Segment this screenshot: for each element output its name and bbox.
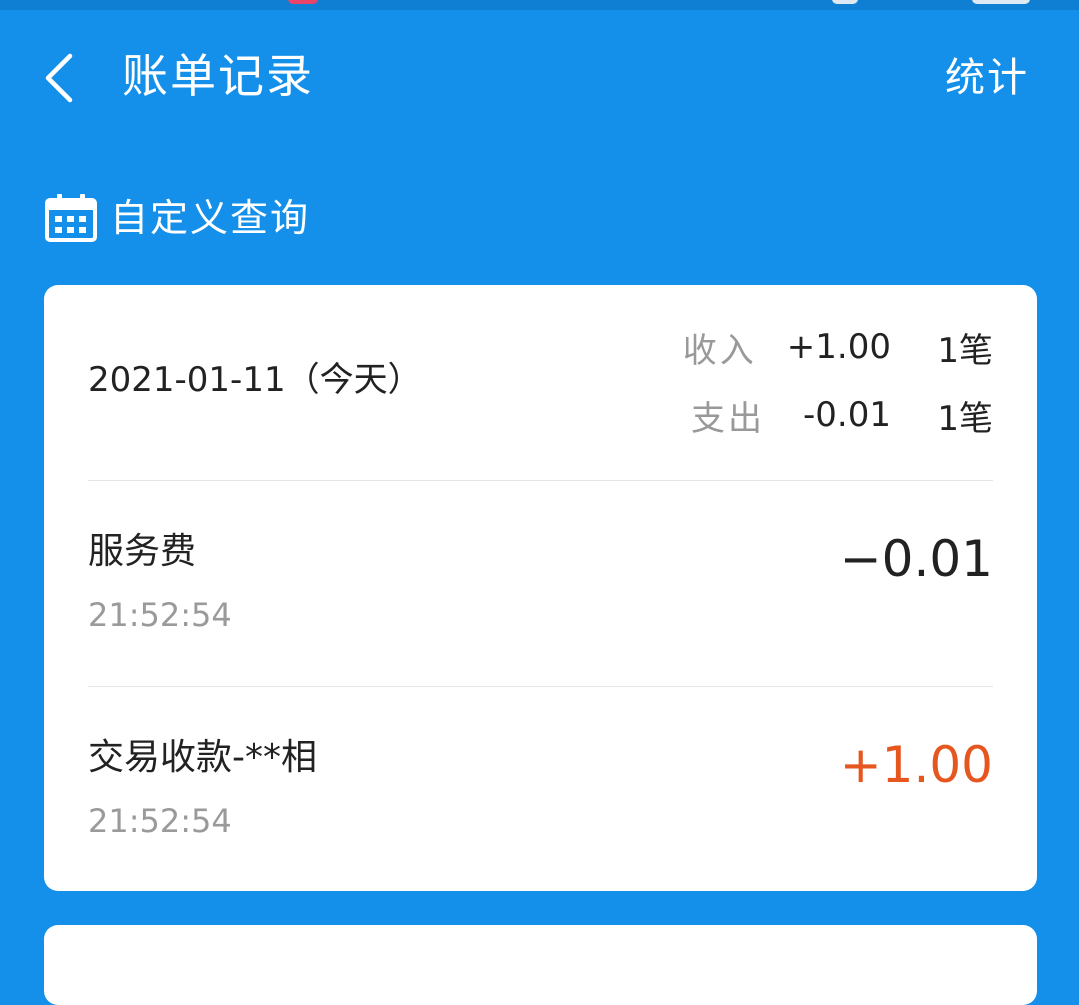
transaction-row[interactable]: 交易收款-**相 21:52:54 +1.00 [44,733,1037,883]
transaction-time: 21:52:54 [88,802,232,840]
calendar-icon [45,194,97,242]
divider [88,480,993,481]
statistics-button[interactable]: 统计 [945,50,1029,106]
day-bill-card: 2021-01-11（今天） 收入 +1.00 1笔 支出 -0.01 1笔 服… [44,285,1037,891]
status-notification-icon [288,0,318,4]
transaction-row[interactable]: 服务费 21:52:54 −0.01 [44,527,1037,677]
chevron-left-icon[interactable] [36,48,84,108]
income-summary: 收入 +1.00 1笔 [682,325,993,371]
divider [88,686,993,687]
expense-label: 支出 [691,398,765,439]
expense-summary: 支出 -0.01 1笔 [691,393,993,439]
page-title: 账单记录 [122,49,314,103]
transaction-amount: −0.01 [839,530,993,588]
status-bar [0,0,1079,10]
custom-query-label: 自定义查询 [110,196,311,240]
status-system-icons [832,0,858,4]
transaction-title: 交易收款-**相 [88,737,317,778]
expense-amount: -0.01 [803,395,891,435]
top-app-bar: 账单记录 统计 [0,10,1079,140]
status-battery-icon [972,0,1030,4]
date-label: 2021-01-11（今天） [88,360,422,400]
income-label: 收入 [682,330,757,371]
expense-count: 1笔 [937,398,993,439]
transaction-time: 21:52:54 [88,596,232,634]
custom-query-button[interactable]: 自定义查询 [44,190,310,246]
income-count: 1笔 [937,330,993,371]
income-amount: +1.00 [786,327,891,367]
transaction-amount: +1.00 [839,736,993,794]
transaction-title: 服务费 [88,531,197,572]
next-day-bill-card [44,925,1037,1005]
